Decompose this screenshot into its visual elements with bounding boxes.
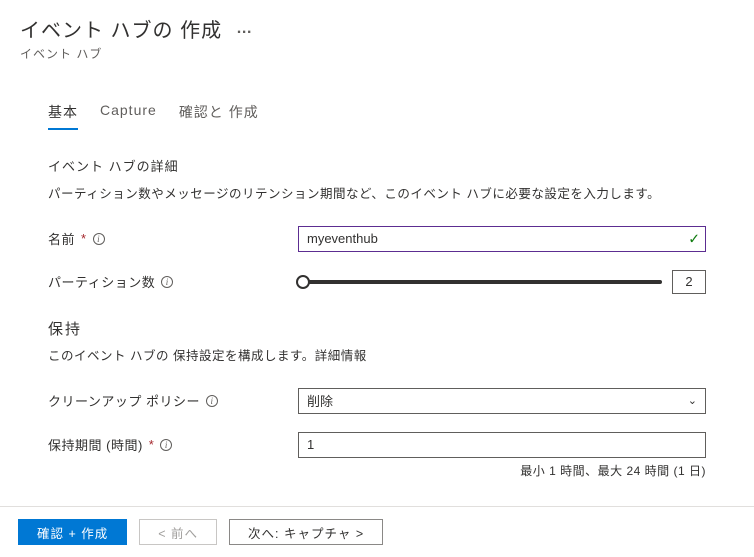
page-header: イベント ハブの 作成 … イベント ハブ <box>0 0 754 68</box>
section-retention-desc: このイベント ハブの 保持設定を構成します。詳細情報 <box>48 347 706 366</box>
cleanup-label: クリーンアップ ポリシー <box>48 391 200 410</box>
name-label: 名前 <box>48 229 75 248</box>
next-button[interactable]: 次へ: キャプチャ > <box>229 519 383 545</box>
field-partition-row: パーティション数 i 2 <box>48 270 706 294</box>
retention-input[interactable] <box>298 432 706 458</box>
field-cleanup-row: クリーンアップ ポリシー i 削除 ⌄ <box>48 388 706 414</box>
info-icon[interactable]: i <box>160 439 172 451</box>
tab-review[interactable]: 確認と 作成 <box>179 102 259 130</box>
field-retention-row: 保持期間 (時間) * i <box>48 432 706 458</box>
partition-label: パーティション数 <box>48 272 155 291</box>
footer: 確認 + 作成 < 前へ 次へ: キャプチャ > <box>0 506 754 557</box>
cleanup-value: 削除 <box>307 391 333 410</box>
tabs: 基本 Capture 確認と 作成 <box>48 102 706 130</box>
partition-slider[interactable] <box>298 280 662 284</box>
info-icon[interactable]: i <box>206 395 218 407</box>
section-details-heading: イベント ハブの詳細 <box>48 156 706 175</box>
partition-value: 2 <box>672 270 706 294</box>
slider-thumb[interactable] <box>296 275 310 289</box>
cleanup-select[interactable]: 削除 ⌄ <box>298 388 706 414</box>
info-icon[interactable]: i <box>93 233 105 245</box>
page-subtitle: イベント ハブ <box>20 45 734 62</box>
section-retention-heading: 保持 <box>48 318 706 339</box>
tab-capture[interactable]: Capture <box>100 102 157 130</box>
retention-hint: 最小 1 時間、最大 24 時間 (1 日) <box>48 462 706 479</box>
section-details-desc: パーティション数やメッセージのリテンション期間など、このイベント ハブに必要な設… <box>48 185 706 204</box>
required-star: * <box>149 437 155 452</box>
field-name-row: 名前 * i ✓ <box>48 226 706 252</box>
chevron-down-icon: ⌄ <box>688 394 697 407</box>
info-icon[interactable]: i <box>161 276 173 288</box>
check-icon: ✓ <box>688 230 700 247</box>
page-title: イベント ハブの 作成 <box>20 14 222 43</box>
name-input[interactable] <box>298 226 706 252</box>
retention-label: 保持期間 (時間) <box>48 435 143 454</box>
tab-basic[interactable]: 基本 <box>48 102 78 130</box>
prev-button: < 前へ <box>139 519 217 545</box>
review-create-button[interactable]: 確認 + 作成 <box>18 519 127 545</box>
required-star: * <box>81 231 87 246</box>
more-icon[interactable]: … <box>236 20 254 38</box>
